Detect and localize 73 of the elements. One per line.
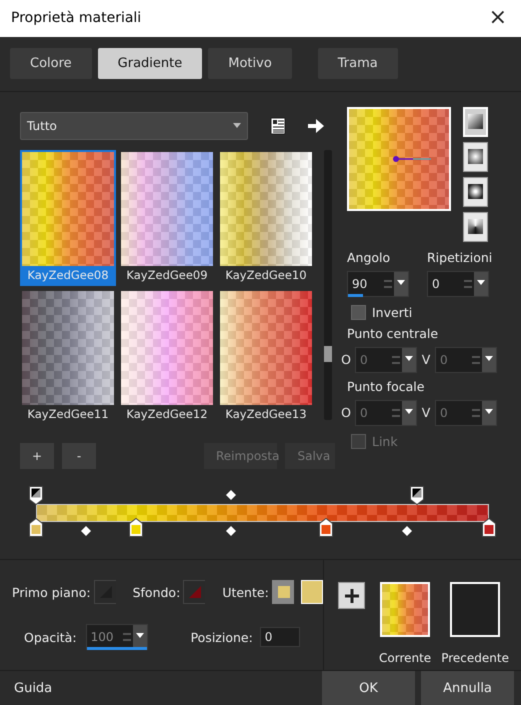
list-button[interactable]: + [20,442,54,469]
axis-label: O [340,352,352,368]
checkbox-label: Link [372,434,398,449]
gradient-name: KayZedGee11 [27,406,109,423]
color-stop-marker[interactable] [318,518,333,537]
category-dropdown[interactable]: Tutto [20,112,248,140]
gradient-name: KayZedGee12 [126,406,208,423]
ok-button[interactable]: OK [322,671,415,705]
gradient-item[interactable]: KayZedGee12 [119,288,215,425]
checkbox-label: Inverti [372,304,412,320]
background-swatch[interactable] [183,580,206,604]
section-label: Punto centrale [347,326,440,341]
foreground-swatch[interactable] [94,580,116,604]
angle-handle-icon[interactable] [393,154,433,163]
help-link[interactable]: Guida [0,680,66,696]
angle-spinbox[interactable]: 90 [347,270,409,297]
gradient-name: KayZedGee10 [225,266,307,284]
scrollbar[interactable] [324,150,332,420]
axis-label: V [420,405,432,420]
midpoint-diamond-icon[interactable] [226,526,236,536]
swatch-label: Corrente [379,651,432,666]
midpoint-diamond-icon[interactable] [226,490,236,500]
field-label: Primo piano: [12,584,91,600]
gradient-name: KayZedGee08 [27,266,109,284]
arrow-right-icon[interactable] [308,118,324,133]
gradient-name: KayZedGee09 [126,266,208,284]
swatch-label: Precedente [441,651,509,666]
gradient-preview[interactable] [347,106,451,211]
repeats-spinbox[interactable]: 0 [427,270,489,297]
gradient-style-button[interactable] [463,176,488,207]
gradient-item[interactable]: KayZedGee10 [218,150,314,286]
midpoint-diamond-icon[interactable] [402,526,412,536]
tab[interactable]: Motivo [208,48,292,80]
opacity-spinbox[interactable]: 100 [86,624,148,650]
gradient-item[interactable]: KayZedGee09 [119,150,215,286]
list-button[interactable]: - [62,442,96,469]
opacity-stop-marker[interactable] [410,486,424,505]
section-label: Punto focale [347,378,426,394]
invert-checkbox[interactable] [351,304,366,320]
field-label: Ripetizioni [427,250,492,265]
user-color-button[interactable] [272,580,294,604]
field-label: Utente: [222,584,269,600]
user-color-swatch[interactable] [300,580,323,604]
caret-icon [233,123,241,128]
tab[interactable]: Gradiente [98,48,202,80]
gradient-item[interactable]: KayZedGee13 [218,288,314,425]
gradient-item[interactable]: KayZedGee11 [20,288,116,425]
field-label: Sfondo: [132,584,180,600]
field-label: Opacità: [24,630,77,645]
gradient-style-button[interactable] [463,212,488,242]
axis-label: O [340,405,352,420]
tab[interactable]: Trama [318,48,398,80]
cancel-button[interactable]: Annulla [421,671,514,705]
gradient-item[interactable]: KayZedGee08 [20,150,116,286]
close-button[interactable]: × [484,7,511,30]
color-stop-marker[interactable] [29,518,43,537]
opacity-stop-marker[interactable] [29,486,43,505]
gradient-style-button[interactable] [463,142,488,172]
axis-label: V [420,352,432,368]
window-title: Proprietà materiali [11,10,142,26]
plus-icon [344,588,358,603]
color-stop-marker[interactable] [128,518,143,537]
add-button[interactable] [338,582,365,610]
current-gradient-swatch [380,582,430,638]
field-label: Posizione: [190,630,253,645]
field-label: Angolo [347,250,392,265]
position-field[interactable]: 0 [260,627,300,648]
gradient-name: KayZedGee13 [225,406,307,423]
gradient-bar[interactable] [36,504,489,522]
color-stop-marker[interactable] [482,518,496,537]
midpoint-diamond-icon[interactable] [80,526,91,536]
tab[interactable]: Colore [10,48,92,80]
list-view-icon[interactable] [270,116,286,135]
